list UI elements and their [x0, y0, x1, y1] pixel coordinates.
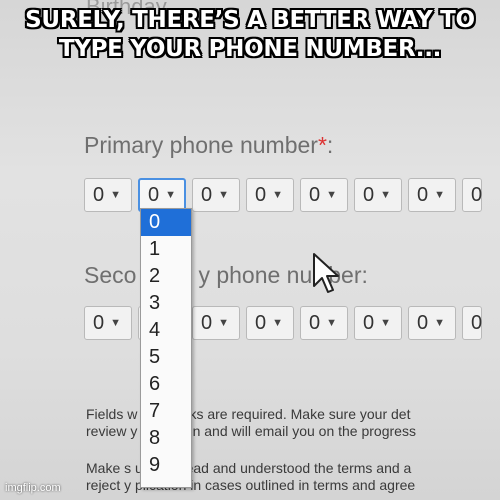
- primary-digit-select[interactable]: 0: [462, 178, 482, 212]
- dropdown-option[interactable]: 5: [141, 344, 191, 371]
- secondary-digit-select[interactable]: 0 ▼: [354, 306, 402, 340]
- chevron-down-icon: ▼: [272, 189, 284, 201]
- dropdown-option[interactable]: 4: [141, 317, 191, 344]
- dropdown-option[interactable]: 1: [141, 236, 191, 263]
- chevron-down-icon: ▼: [326, 189, 338, 201]
- primary-digit-select[interactable]: 0 ▼: [192, 178, 240, 212]
- chevron-down-icon: ▼: [165, 189, 177, 201]
- dropdown-option[interactable]: 9: [141, 452, 191, 479]
- meme-caption: SURELY, THERE’S A BETTER WAY TO TYPE YOU…: [25, 7, 475, 62]
- chevron-down-icon: ▼: [218, 317, 230, 329]
- chevron-down-icon: ▼: [110, 317, 122, 329]
- required-note-line-1: Fields w l asterisks are required. Make …: [86, 406, 411, 422]
- secondary-digit-select[interactable]: 0 ▼: [300, 306, 348, 340]
- dropdown-option[interactable]: 3: [141, 290, 191, 317]
- chevron-down-icon: ▼: [434, 317, 446, 329]
- mouse-pointer-icon: [313, 253, 339, 293]
- chevron-down-icon: ▼: [434, 189, 446, 201]
- chevron-down-icon: ▼: [218, 189, 230, 201]
- dropdown-option[interactable]: 0: [141, 209, 191, 236]
- primary-digit-select[interactable]: 0 ▼: [354, 178, 402, 212]
- primary-digit-select[interactable]: 0 ▼: [300, 178, 348, 212]
- secondary-digit-select[interactable]: 0 ▼: [84, 306, 132, 340]
- secondary-digit-select[interactable]: 0: [462, 306, 482, 340]
- primary-digit-select[interactable]: 0 ▼: [246, 178, 294, 212]
- secondary-digit-select[interactable]: 0 ▼: [246, 306, 294, 340]
- dropdown-option[interactable]: 6: [141, 371, 191, 398]
- chevron-down-icon: ▼: [272, 317, 284, 329]
- chevron-down-icon: ▼: [380, 189, 392, 201]
- primary-digit-select[interactable]: 0 ▼: [84, 178, 132, 212]
- chevron-down-icon: ▼: [380, 317, 392, 329]
- digit-dropdown-list: 0 1 2 3 4 5 6 7 8 9: [140, 208, 192, 488]
- required-note-line-2: review y pplication and will email you o…: [86, 423, 416, 439]
- terms-note-line-2: reject y plication in cases outlined in …: [86, 477, 416, 493]
- chevron-down-icon: ▼: [110, 189, 122, 201]
- dropdown-option[interactable]: 2: [141, 263, 191, 290]
- primary-phone-label: Primary phone number*:: [84, 132, 334, 158]
- primary-phone-row: 0 ▼ 0 ▼ 0 ▼ 0 ▼ 0 ▼ 0 ▼ 0 ▼ 0: [84, 178, 482, 212]
- chevron-down-icon: ▼: [326, 317, 338, 329]
- form-screen: Birthday Primary phone number*: 0 ▼ 0 ▼ 0 ▼…: [0, 0, 500, 500]
- dropdown-option[interactable]: 8: [141, 425, 191, 452]
- terms-note-line-1: Make s u have read and understood the te…: [86, 460, 412, 476]
- primary-digit-select[interactable]: 0 ▼: [408, 178, 456, 212]
- secondary-digit-select[interactable]: 0 ▼: [192, 306, 240, 340]
- watermark: imgflip.com: [5, 482, 61, 494]
- primary-digit-select-active[interactable]: 0 ▼: [138, 178, 186, 212]
- dropdown-option[interactable]: 7: [141, 398, 191, 425]
- secondary-digit-select[interactable]: 0 ▼: [408, 306, 456, 340]
